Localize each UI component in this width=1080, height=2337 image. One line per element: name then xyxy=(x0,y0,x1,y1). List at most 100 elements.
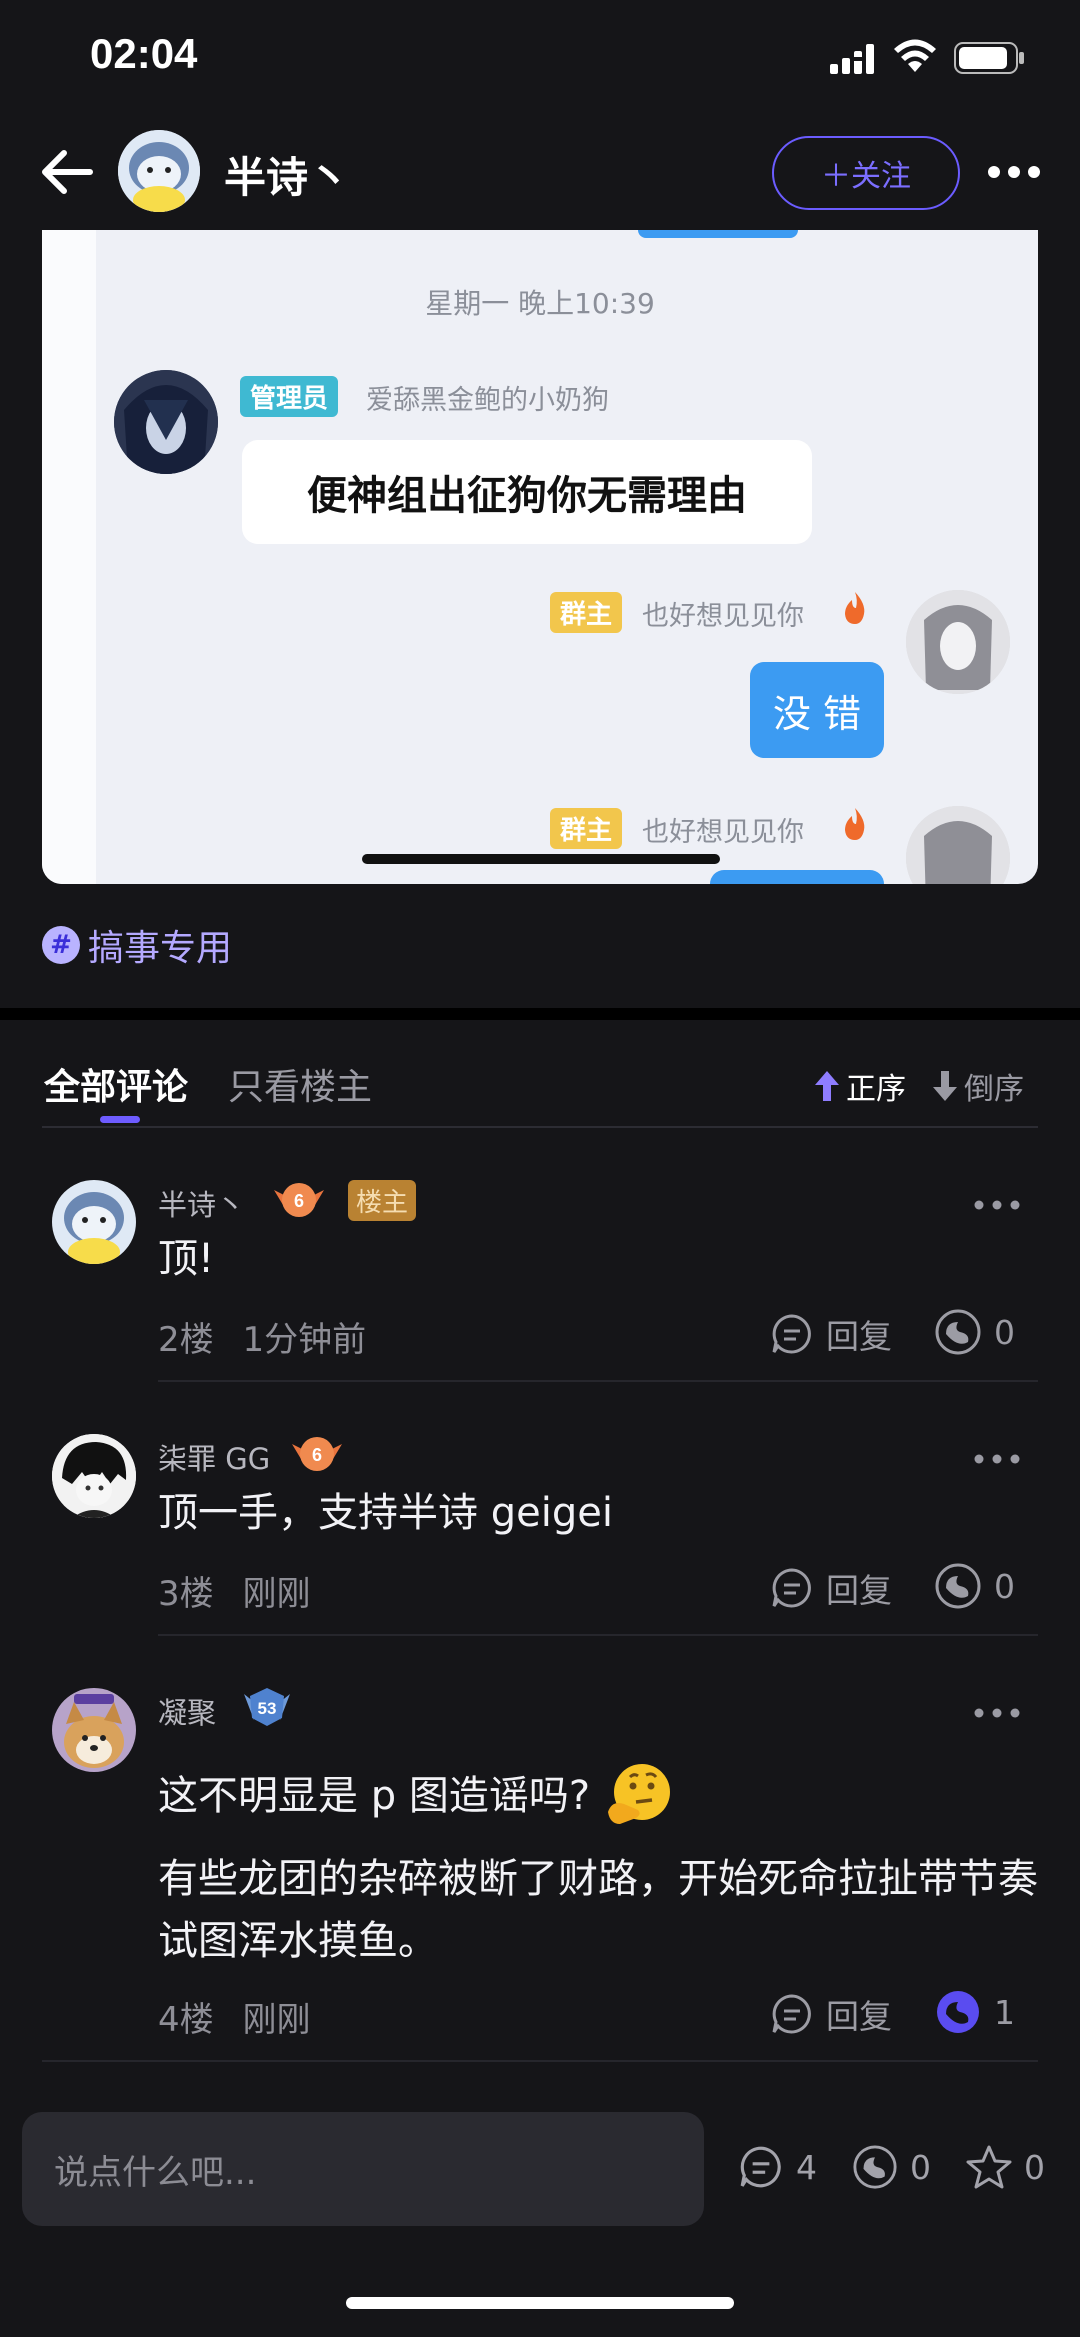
commenter-avatar[interactable] xyxy=(52,1180,136,1264)
follow-button[interactable]: ＋关注 xyxy=(772,136,960,210)
topic-label: 搞事专用 xyxy=(88,928,233,969)
chat-badge-owner-2: 群主 xyxy=(550,808,623,849)
comment-separator xyxy=(158,1380,1038,1382)
reply-label: 回复 xyxy=(826,1571,892,1610)
section-divider xyxy=(0,1008,1080,1020)
post-image[interactable]: 星期一 晚上10:39 管理员 爱舔黑金鲍的小奶狗 便神组出征狗你无需理由 群主… xyxy=(42,230,1038,884)
top-nav: 半诗丶 ＋关注 xyxy=(0,120,1080,230)
commenter-name[interactable]: 凝聚 xyxy=(158,1690,216,1732)
reply-icon xyxy=(772,1314,811,1354)
level-badge-icon: 6 xyxy=(274,1183,324,1217)
comment-separator xyxy=(158,1634,1038,1636)
like-button[interactable]: 0 xyxy=(934,1562,1015,1610)
cellular-signal-icon xyxy=(830,44,874,74)
comments-count-button[interactable]: 4 xyxy=(738,2144,817,2190)
chat-badge-admin: 管理员 xyxy=(240,376,339,417)
bottom-action-bar: 说点什么吧... 4 0 0 xyxy=(0,2100,1080,2240)
comment-time: 1分钟前 xyxy=(242,1320,367,1360)
sort-ascending-label: 正序 xyxy=(846,1072,906,1107)
sort-descending-label: 倒序 xyxy=(964,1072,1024,1107)
battery-icon xyxy=(954,42,1024,74)
comment-input[interactable]: 说点什么吧... xyxy=(22,2112,704,2226)
reply-button[interactable]: 回复 xyxy=(770,1310,892,1358)
image-home-indicator xyxy=(362,854,720,864)
author-name[interactable]: 半诗丶 xyxy=(224,144,350,205)
floor-number: 4楼 xyxy=(158,2000,214,2040)
tabs-divider xyxy=(42,1126,1038,1128)
reply-button[interactable]: 回复 xyxy=(770,1990,892,2038)
chat-sender-owner: 也好想见见你 xyxy=(642,601,804,632)
chat-sender-owner-2: 也好想见见你 xyxy=(642,817,804,848)
floor-number: 3楼 xyxy=(158,1574,214,1614)
hashtag-icon: # xyxy=(42,926,80,964)
thinking-face-emoji-icon xyxy=(608,1764,671,1824)
commenter-avatar[interactable] xyxy=(52,1434,136,1518)
comment-more-icon[interactable] xyxy=(972,1198,1022,1212)
chat-date-label: 星期一 晚上10:39 xyxy=(425,287,655,320)
comment-text: 顶一手，支持半诗 geigei xyxy=(158,1490,613,1536)
wifi-icon xyxy=(894,39,936,72)
like-button[interactable]: 0 xyxy=(934,1308,1015,1356)
liked-icon xyxy=(937,1991,979,2033)
comment-separator xyxy=(42,2060,1038,2062)
like-count: 0 xyxy=(994,1312,1015,1352)
level-number: 6 xyxy=(294,1191,304,1211)
reply-icon xyxy=(772,1568,811,1608)
comment-icon xyxy=(740,2146,781,2188)
sort-ascending[interactable]: 正序 xyxy=(812,1064,906,1108)
like-icon xyxy=(935,1309,981,1355)
comment-meta: 4楼 刚刚 xyxy=(158,1992,328,2041)
back-arrow-icon[interactable] xyxy=(36,140,100,204)
commenter-name[interactable]: 柒罪 GG xyxy=(158,1436,270,1478)
status-time: 02:04 xyxy=(90,30,198,77)
like-count: 0 xyxy=(994,1566,1015,1606)
chat-avatar-admin xyxy=(114,370,218,474)
author-avatar[interactable] xyxy=(118,130,200,212)
level-number: 6 xyxy=(312,1445,322,1465)
comment-text: 顶! xyxy=(158,1236,215,1282)
commenter-name[interactable]: 半诗丶 xyxy=(158,1182,245,1224)
arrow-up-icon xyxy=(815,1071,839,1101)
commenter-avatar[interactable] xyxy=(52,1688,136,1772)
comment-meta: 2楼 1分钟前 xyxy=(158,1312,384,1361)
reply-button[interactable]: 回复 xyxy=(770,1564,892,1612)
comment-more-icon[interactable] xyxy=(972,1452,1022,1466)
chat-avatar-owner-2 xyxy=(906,806,1010,884)
fire-icon xyxy=(845,592,865,624)
tab-all-comments[interactable]: 全部评论 xyxy=(44,1058,188,1110)
comment-more-icon[interactable] xyxy=(972,1706,1022,1720)
favorite-count: 0 xyxy=(1024,2147,1045,2187)
chat-avatar-owner xyxy=(906,590,1010,694)
like-icon xyxy=(853,2145,897,2189)
reply-label: 回复 xyxy=(826,1317,892,1356)
comment-meta: 3楼 刚刚 xyxy=(158,1566,328,1615)
comment-text-first: 这不明显是 p 图造谣吗? xyxy=(158,1773,591,1819)
home-indicator xyxy=(346,2297,734,2309)
comment-tabs: 全部评论 只看楼主 正序 倒序 xyxy=(0,1040,1080,1130)
level-badge-icon: 6 xyxy=(292,1437,342,1471)
favorite-button[interactable]: 0 xyxy=(966,2144,1045,2190)
comment-time: 刚刚 xyxy=(242,2000,311,2040)
post-like-button[interactable]: 0 xyxy=(852,2144,931,2190)
more-options-icon[interactable] xyxy=(984,152,1044,192)
chat-bubble-owner: 没 错 xyxy=(750,662,884,758)
fire-icon-2 xyxy=(845,808,865,840)
chat-badge-owner: 群主 xyxy=(550,592,623,633)
comment-count: 4 xyxy=(796,2147,817,2187)
comment-time: 刚刚 xyxy=(242,1574,311,1614)
status-bar: 02:04 xyxy=(0,0,1080,120)
owner-tag: 楼主 xyxy=(348,1180,417,1221)
comment-text-line1: 这不明显是 p 图造谣吗? xyxy=(158,1760,1038,1832)
sort-descending[interactable]: 倒序 xyxy=(930,1064,1024,1108)
star-icon xyxy=(966,2145,1012,2189)
image-left-margin xyxy=(42,230,96,884)
bubble-fragment xyxy=(638,230,798,238)
chat-sender-admin: 爱舔黑金鲍的小奶狗 xyxy=(366,385,609,416)
like-button[interactable]: 1 xyxy=(934,1988,1015,2036)
tab-author-only[interactable]: 只看楼主 xyxy=(228,1058,372,1110)
reply-icon xyxy=(772,1994,811,2034)
level-badge-icon: 53 xyxy=(244,1688,290,1726)
chat-bubble-partial xyxy=(710,870,884,884)
topic-tag[interactable]: # 搞事专用 xyxy=(42,920,232,970)
post-like-count: 0 xyxy=(910,2147,931,2187)
